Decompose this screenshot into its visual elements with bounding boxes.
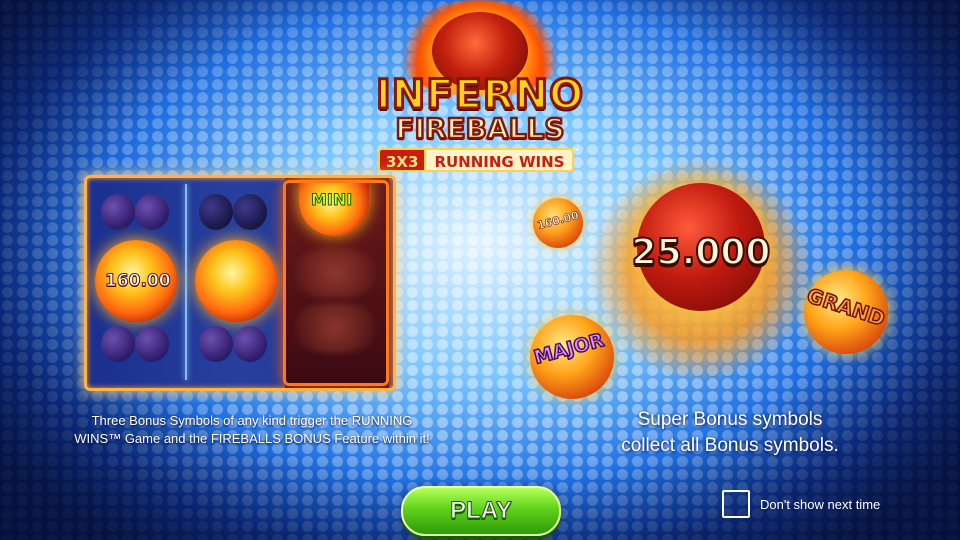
plum-symbol (233, 194, 267, 230)
bonus-trigger-description: Three Bonus Symbols of any kind trigger … (18, 412, 486, 448)
logo-tagline: 3X3 RUNNING WINS (378, 148, 575, 172)
plum-symbol (101, 326, 135, 362)
reel-1: 160.00 (87, 178, 183, 388)
logo-tag-running-wins: RUNNING WINS (426, 148, 575, 172)
super-bonus-description: Super Bonus symbols collect all Bonus sy… (560, 407, 900, 459)
description-line: WINS™ Game and the FIREBALLS BONUS Featu… (74, 431, 430, 446)
plum-symbol (135, 194, 169, 230)
dont-show-checkbox[interactable] (722, 490, 750, 518)
plum-symbol (101, 194, 135, 230)
description-line: Super Bonus symbols (637, 409, 823, 430)
game-logo: INFERNO FIREBALLS 3X3 RUNNING WINS ™ (360, 0, 600, 180)
logo-tag-3x3: 3X3 (378, 148, 427, 172)
reel-3-highlight-frame (283, 180, 389, 386)
bonus-value-label: 160.00 (105, 271, 172, 292)
logo-title-fireballs: FIREBALLS (394, 111, 566, 147)
plum-symbol (199, 326, 233, 362)
reel-2 (187, 178, 283, 388)
super-bonus-value: 25.000 (631, 231, 772, 274)
reels-preview: 160.00 MINI (84, 175, 396, 391)
play-button[interactable]: PLAY (401, 486, 561, 536)
plum-symbol (135, 326, 169, 362)
description-line: Three Bonus Symbols of any kind trigger … (91, 413, 413, 428)
dont-show-option: Don't show next time (722, 490, 880, 518)
dont-show-label[interactable]: Don't show next time (760, 497, 880, 512)
plum-symbol (199, 194, 233, 230)
bonus-fireball-symbol (195, 240, 277, 322)
plum-symbol (233, 326, 267, 362)
logo-trademark: ™ (572, 148, 581, 158)
description-line: collect all Bonus symbols. (621, 435, 839, 456)
